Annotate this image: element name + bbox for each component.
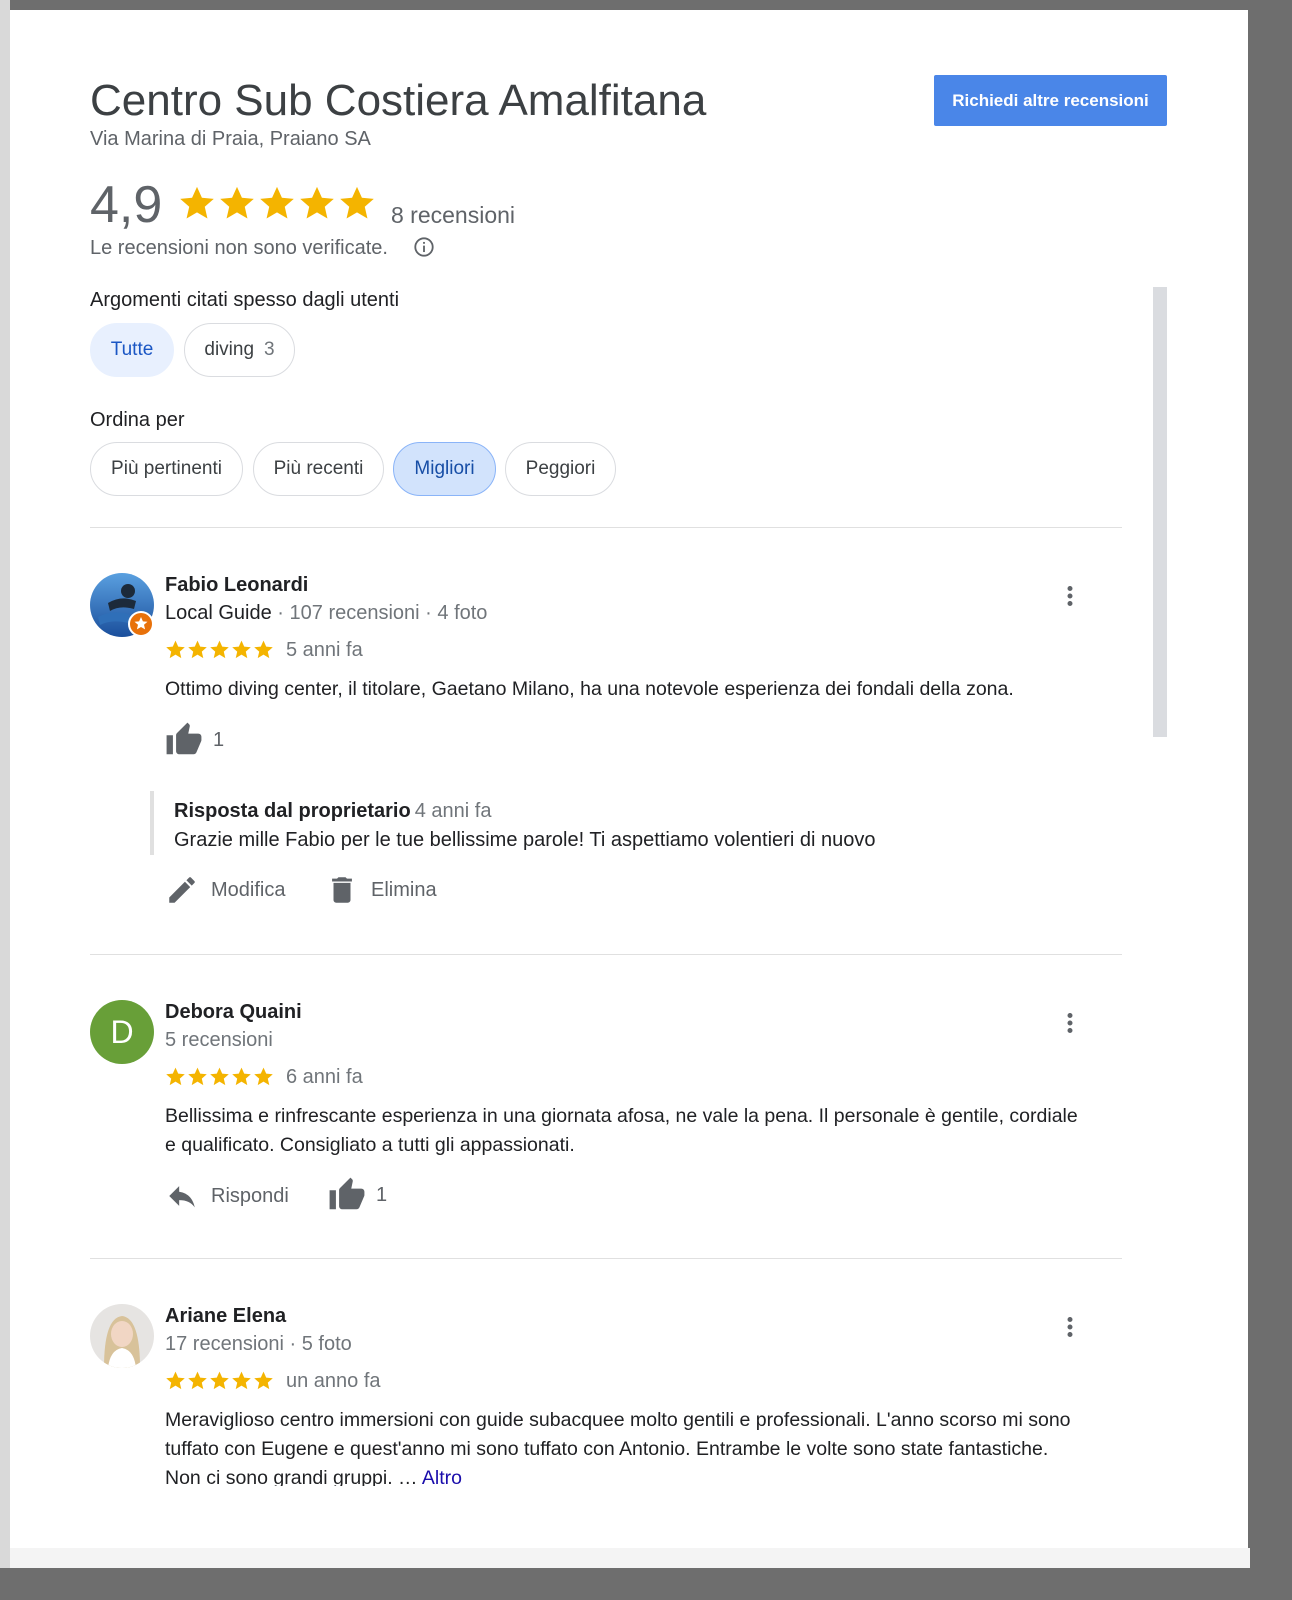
rating-stars <box>178 184 376 222</box>
review-text-body: Meraviglioso centro immersioni con guide… <box>165 1409 1071 1486</box>
topic-chip-all[interactable]: Tutte <box>90 323 174 377</box>
background-page-bottom <box>10 1548 1250 1568</box>
star-icon <box>166 1371 185 1390</box>
star-icon <box>254 1067 273 1086</box>
scrollbar[interactable] <box>1153 287 1167 737</box>
owner-reply-time: 4 anni fa <box>414 800 492 822</box>
sort-label: Ordina per <box>90 409 185 431</box>
local-guide-label: Local Guide <box>165 602 272 624</box>
star-icon <box>166 640 185 659</box>
star-icon <box>300 186 334 219</box>
star-icon <box>188 1067 207 1086</box>
review-stars <box>165 1066 274 1087</box>
owner-reply: Risposta dal proprietario 4 anni fa Grazi… <box>150 791 1084 855</box>
star-icon <box>180 186 214 219</box>
reviewer-stats: · 107 recensioni · 4 foto <box>271 602 488 624</box>
sort-chip-best[interactable]: Migliori <box>393 442 496 496</box>
like-button[interactable]: 1 <box>328 1176 387 1214</box>
star-icon <box>210 640 229 659</box>
review-text: Ottimo diving center, il titolare, Gaeta… <box>165 678 1014 700</box>
reviewer-name[interactable]: Debora Quaini <box>165 1001 302 1024</box>
owner-reply-header: Risposta dal proprietario 4 anni fa <box>174 800 491 823</box>
business-title: Centro Sub Costiera Amalfitana <box>90 76 707 125</box>
reviewer-stats: 17 recensioni · 5 foto <box>165 1333 352 1355</box>
topic-chip-count: 3 <box>264 339 275 360</box>
like-button[interactable]: 1 <box>165 721 224 759</box>
divider <box>90 527 1122 528</box>
review-stars <box>165 1370 274 1391</box>
review-time: un anno fa <box>286 1370 381 1392</box>
like-count: 1 <box>213 728 225 751</box>
info-icon[interactable] <box>413 236 435 258</box>
more-vert-icon[interactable] <box>1060 1008 1080 1038</box>
local-guide-badge-icon <box>128 611 154 637</box>
topic-chip-label: diving <box>204 339 255 360</box>
review-text: Bellissima e rinfrescante esperienza in … <box>165 1105 1078 1156</box>
reply-icon <box>169 1186 195 1208</box>
request-reviews-button[interactable]: Richiedi altre recensioni <box>934 75 1167 126</box>
delete-icon <box>332 877 352 903</box>
topic-chip-diving[interactable]: diving 3 <box>184 323 295 377</box>
topic-chip-label: Tutte <box>110 339 154 360</box>
star-icon <box>210 1371 229 1390</box>
reviewer-meta: Local Guide · 107 recensioni · 4 foto <box>165 602 487 625</box>
read-more-link[interactable]: Altro <box>422 1467 462 1486</box>
divider <box>90 954 1122 955</box>
delete-reply-button[interactable]: Elimina <box>325 873 437 907</box>
review-text: Meraviglioso centro immersioni con guide… <box>165 1406 1080 1486</box>
star-icon <box>340 186 374 219</box>
star-icon <box>232 1067 251 1086</box>
edit-reply-button[interactable]: Modifica <box>165 873 285 907</box>
star-icon <box>188 1371 207 1390</box>
star-icon <box>232 1371 251 1390</box>
reply-button[interactable]: Rispondi <box>165 1179 289 1213</box>
owner-reply-title: Risposta dal proprietario <box>174 800 411 822</box>
topics-label: Argomenti citati spesso dagli utenti <box>90 289 400 311</box>
sort-chip-newest[interactable]: Più recenti <box>253 442 384 496</box>
avatar-letter: D <box>110 1013 134 1050</box>
star-icon <box>260 186 294 219</box>
review-stars <box>165 639 274 660</box>
background-page-strip <box>0 0 10 1568</box>
reviewer-name[interactable]: Fabio Leonardi <box>165 574 308 597</box>
star-icon <box>232 640 251 659</box>
total-review-count: 8 recensioni <box>391 202 516 228</box>
avatar[interactable] <box>90 1304 154 1368</box>
reviewer-name[interactable]: Ariane Elena <box>165 1305 286 1328</box>
thumb-up-icon <box>166 722 202 755</box>
reviews-dialog: Centro Sub Costiera Amalfitana Via Marin… <box>10 10 1248 1548</box>
sort-chip-worst[interactable]: Peggiori <box>505 442 616 496</box>
more-vert-icon[interactable] <box>1060 581 1080 611</box>
edit-icon <box>169 877 195 903</box>
sort-chip-relevant[interactable]: Più pertinenti <box>90 442 243 496</box>
divider <box>90 1258 1122 1259</box>
average-rating: 4,9 <box>90 176 163 234</box>
unverified-note: Le recensioni non sono verificate. <box>90 237 388 259</box>
star-icon <box>220 186 254 219</box>
star-icon <box>210 1067 229 1086</box>
reviewer-stats: 5 recensioni <box>165 1029 273 1051</box>
profile-photo-avatar <box>90 1304 154 1368</box>
star-icon <box>254 640 273 659</box>
like-count: 1 <box>376 1183 388 1206</box>
star-icon <box>188 640 207 659</box>
delete-label: Elimina <box>371 878 437 901</box>
thumb-up-icon <box>329 1177 365 1210</box>
review-time: 5 anni fa <box>286 639 363 661</box>
reply-label: Rispondi <box>211 1184 289 1207</box>
review-time: 6 anni fa <box>286 1066 363 1088</box>
star-icon <box>166 1067 185 1086</box>
star-icon <box>254 1371 273 1390</box>
edit-label: Modifica <box>211 878 286 901</box>
avatar[interactable]: D <box>90 1000 154 1064</box>
more-vert-icon[interactable] <box>1060 1312 1080 1342</box>
business-address: Via Marina di Praia, Praiano SA <box>90 128 371 150</box>
owner-reply-text: Grazie mille Fabio per le tue bellissime… <box>174 829 876 851</box>
